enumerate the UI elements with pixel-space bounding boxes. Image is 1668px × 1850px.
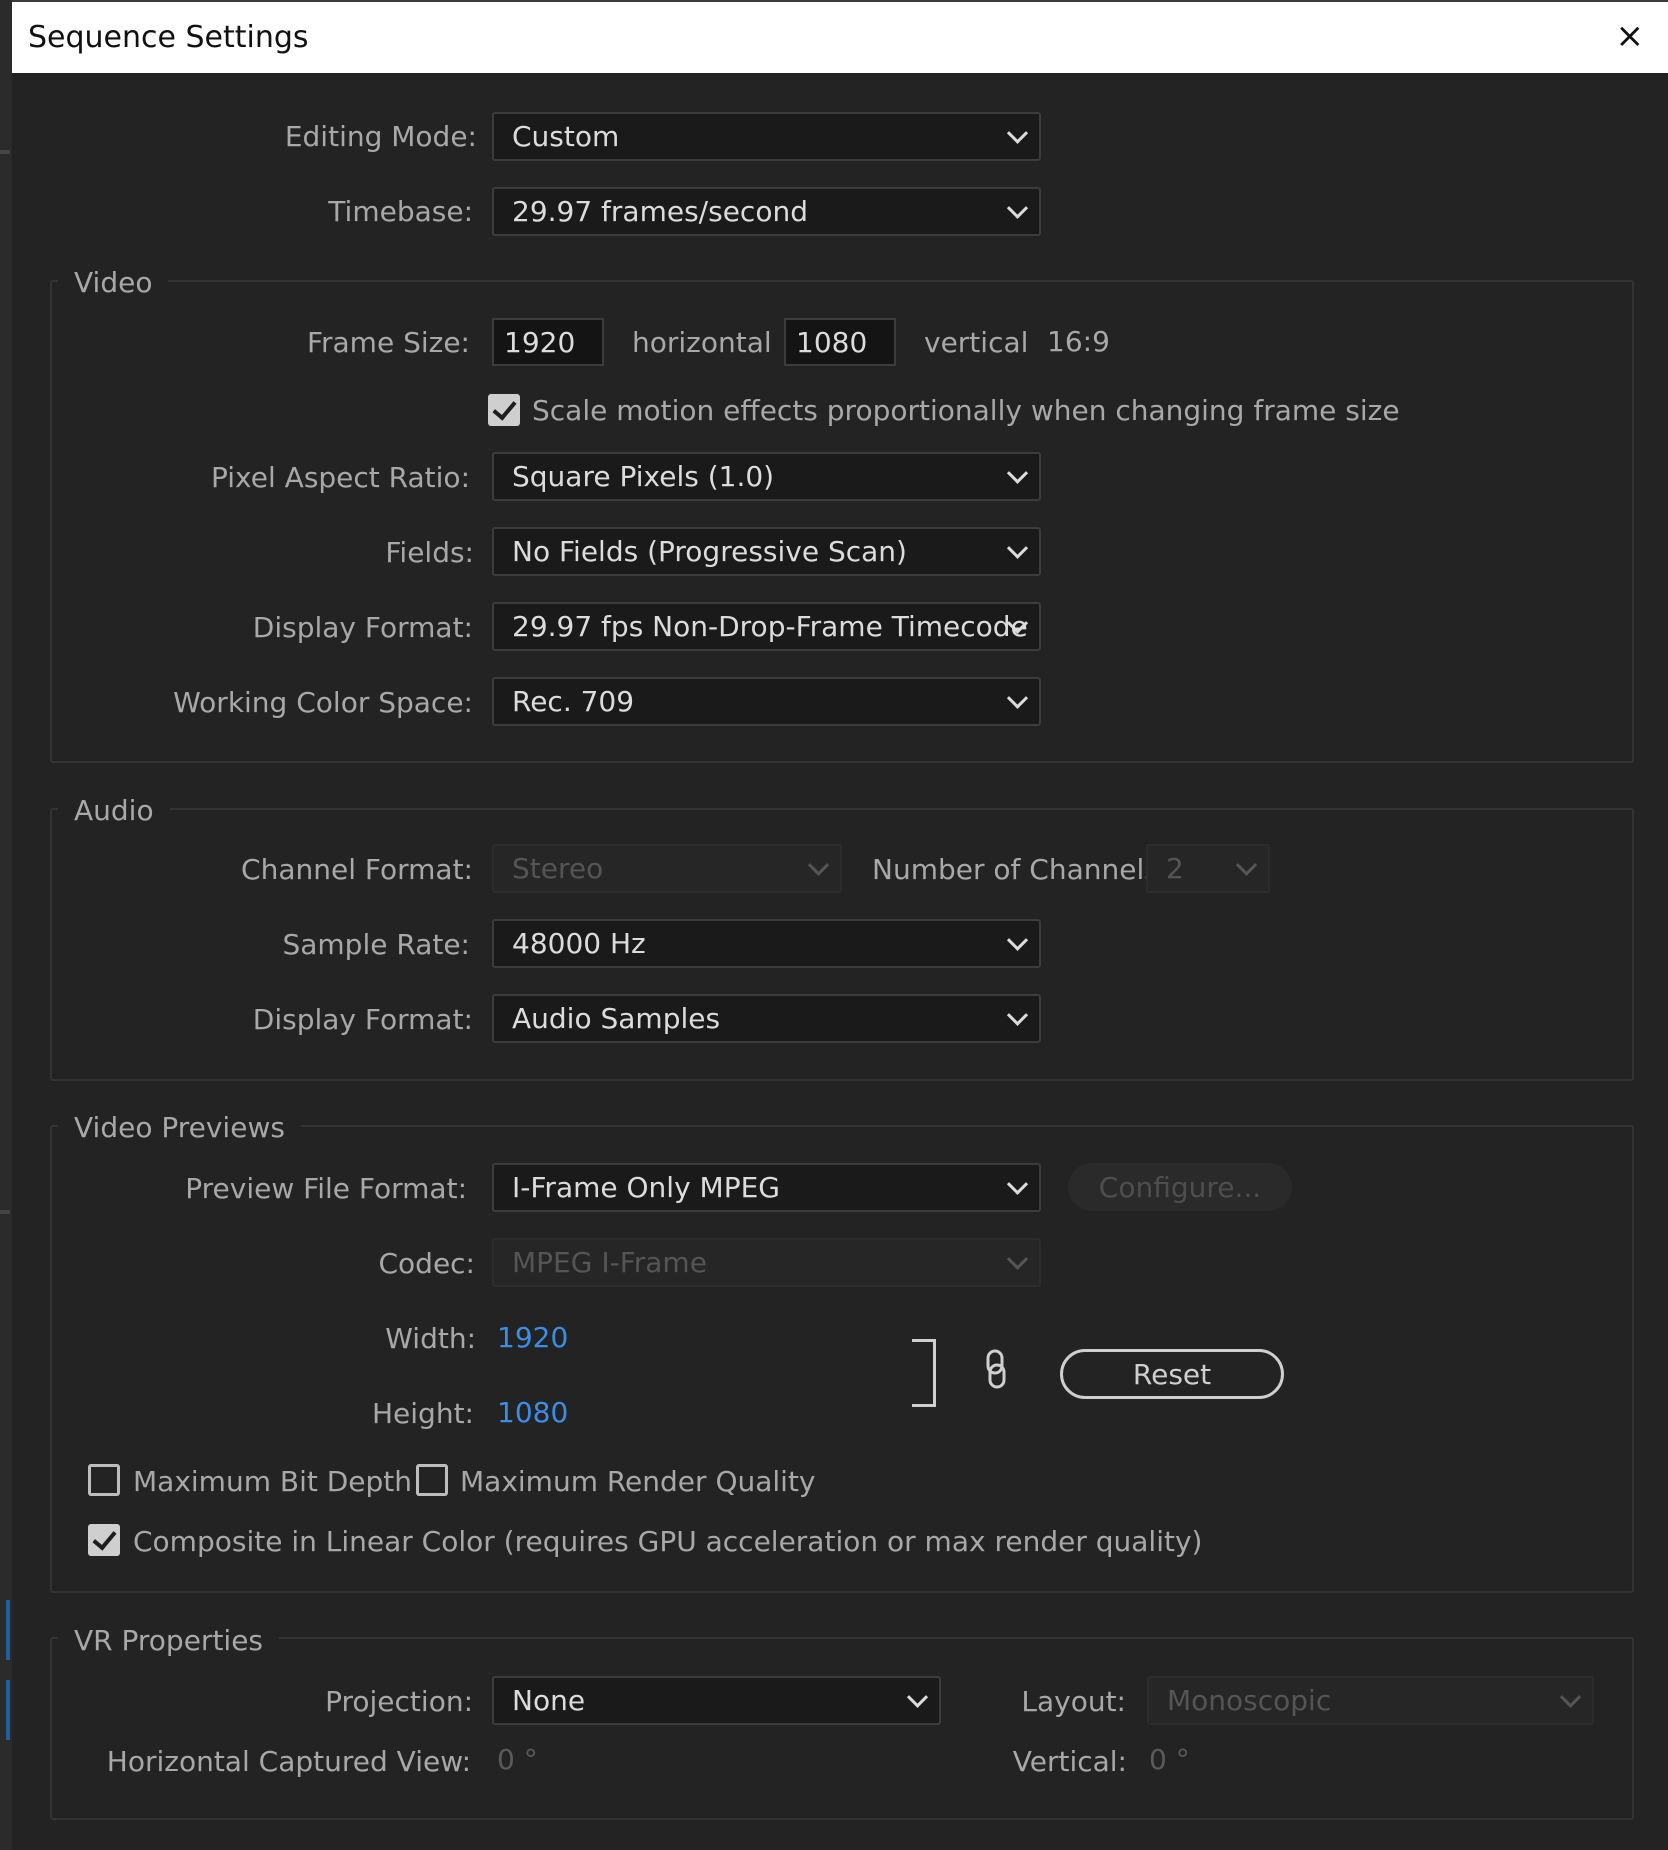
timebase-value: 29.97 frames/second bbox=[512, 195, 808, 228]
composite-linear-label: Composite in Linear Color (requires GPU … bbox=[133, 1525, 1203, 1558]
editing-mode-label: Editing Mode: bbox=[284, 120, 477, 153]
dialog-title: Sequence Settings bbox=[28, 20, 309, 55]
preview-file-format-label: Preview File Format: bbox=[185, 1172, 467, 1205]
projection-select[interactable]: None bbox=[492, 1676, 941, 1725]
chevron-down-icon bbox=[1006, 1004, 1029, 1026]
timebase-label: Timebase: bbox=[328, 195, 473, 228]
chevron-down-icon bbox=[807, 854, 830, 876]
chevron-down-icon bbox=[1006, 1173, 1029, 1195]
video-section-title: Video bbox=[58, 266, 169, 299]
audio-display-format-value: Audio Samples bbox=[512, 1002, 721, 1035]
max-bit-depth-checkbox[interactable] bbox=[88, 1464, 120, 1496]
max-render-quality-label: Maximum Render Quality bbox=[460, 1465, 816, 1498]
chevron-down-icon bbox=[1006, 1248, 1029, 1270]
horizontal-label: horizontal bbox=[632, 326, 772, 359]
video-display-format-label: Display Format: bbox=[252, 611, 473, 644]
fields-select[interactable]: No Fields (Progressive Scan) bbox=[492, 527, 1041, 576]
aspect-ratio-readout: 16:9 bbox=[1047, 325, 1110, 358]
channel-format-value: Stereo bbox=[512, 852, 604, 885]
num-channels-value: 2 bbox=[1166, 852, 1184, 885]
vertical-view-label: Vertical: bbox=[1012, 1745, 1127, 1778]
link-chain-icon[interactable] bbox=[984, 1349, 1008, 1393]
chevron-down-icon bbox=[1559, 1686, 1582, 1708]
frame-height-input[interactable]: 1080 bbox=[784, 318, 896, 366]
frame-width-input[interactable]: 1920 bbox=[492, 318, 604, 366]
scale-motion-checkbox[interactable] bbox=[488, 394, 520, 426]
num-channels-label: Number of Channels: bbox=[872, 853, 1169, 886]
video-previews-section-title: Video Previews bbox=[58, 1111, 301, 1144]
projection-label: Projection: bbox=[325, 1685, 473, 1718]
video-display-format-select[interactable]: 29.97 fps Non-Drop-Frame Timecode bbox=[492, 602, 1041, 651]
max-render-quality-checkbox[interactable] bbox=[416, 1464, 448, 1496]
layout-label: Layout: bbox=[1021, 1685, 1126, 1718]
h-captured-view-value: 0 ° bbox=[497, 1743, 538, 1776]
chevron-down-icon bbox=[1006, 687, 1029, 709]
chevron-down-icon bbox=[906, 1686, 929, 1708]
reset-button[interactable]: Reset bbox=[1060, 1349, 1284, 1399]
fields-value: No Fields (Progressive Scan) bbox=[512, 535, 907, 568]
frame-size-label: Frame Size: bbox=[306, 326, 470, 359]
audio-display-format-select[interactable]: Audio Samples bbox=[492, 994, 1041, 1043]
preview-file-format-value: I-Frame Only MPEG bbox=[512, 1171, 780, 1204]
scale-motion-label: Scale motion effects proportionally when… bbox=[532, 394, 1400, 427]
background-panel-edge bbox=[0, 0, 12, 1850]
pixel-aspect-label: Pixel Aspect Ratio: bbox=[211, 461, 470, 494]
vr-properties-group bbox=[50, 1637, 1634, 1820]
width-value[interactable]: 1920 bbox=[497, 1321, 568, 1354]
height-label: Height: bbox=[372, 1397, 474, 1430]
editing-mode-select[interactable]: Custom bbox=[492, 112, 1041, 161]
codec-label: Codec: bbox=[378, 1247, 475, 1280]
max-bit-depth-label: Maximum Bit Depth bbox=[133, 1465, 413, 1498]
audio-display-format-label: Display Format: bbox=[252, 1003, 473, 1036]
chevron-down-icon bbox=[1006, 537, 1029, 559]
num-channels-select: 2 bbox=[1146, 844, 1270, 893]
chevron-down-icon bbox=[1006, 462, 1029, 484]
link-bracket-icon bbox=[912, 1339, 936, 1407]
chevron-down-icon bbox=[1006, 929, 1029, 951]
close-icon[interactable]: × bbox=[1616, 16, 1645, 56]
layout-select: Monoscopic bbox=[1147, 1676, 1594, 1725]
fields-label: Fields: bbox=[385, 536, 474, 569]
height-value[interactable]: 1080 bbox=[497, 1396, 568, 1429]
audio-section-title: Audio bbox=[58, 794, 170, 827]
editing-mode-value: Custom bbox=[512, 120, 620, 153]
h-captured-view-label: Horizontal Captured View: bbox=[106, 1745, 471, 1778]
composite-linear-checkbox[interactable] bbox=[88, 1524, 120, 1556]
width-label: Width: bbox=[385, 1322, 476, 1355]
projection-value: None bbox=[512, 1684, 586, 1717]
video-display-format-value: 29.97 fps Non-Drop-Frame Timecode bbox=[512, 610, 1028, 643]
pixel-aspect-value: Square Pixels (1.0) bbox=[512, 460, 775, 493]
codec-value: MPEG I-Frame bbox=[512, 1246, 707, 1279]
vr-section-title: VR Properties bbox=[58, 1624, 280, 1657]
dialog-titlebar: Sequence Settings × bbox=[12, 0, 1668, 73]
color-space-select[interactable]: Rec. 709 bbox=[492, 677, 1041, 726]
sample-rate-select[interactable]: 48000 Hz bbox=[492, 919, 1041, 968]
pixel-aspect-select[interactable]: Square Pixels (1.0) bbox=[492, 452, 1041, 501]
preview-file-format-select[interactable]: I-Frame Only MPEG bbox=[492, 1163, 1041, 1212]
chevron-down-icon bbox=[1006, 197, 1029, 219]
timebase-select[interactable]: 29.97 frames/second bbox=[492, 187, 1041, 236]
sample-rate-value: 48000 Hz bbox=[512, 927, 646, 960]
vertical-label: vertical bbox=[924, 326, 1029, 359]
configure-button: Configure... bbox=[1068, 1163, 1292, 1211]
chevron-down-icon bbox=[1235, 854, 1258, 876]
layout-value: Monoscopic bbox=[1167, 1684, 1332, 1717]
sample-rate-label: Sample Rate: bbox=[282, 928, 470, 961]
codec-select: MPEG I-Frame bbox=[492, 1238, 1041, 1287]
color-space-value: Rec. 709 bbox=[512, 685, 635, 718]
channel-format-select: Stereo bbox=[492, 844, 842, 893]
color-space-label: Working Color Space: bbox=[173, 686, 473, 719]
chevron-down-icon bbox=[1006, 122, 1029, 144]
channel-format-label: Channel Format: bbox=[241, 853, 473, 886]
vertical-view-value: 0 ° bbox=[1149, 1743, 1190, 1776]
